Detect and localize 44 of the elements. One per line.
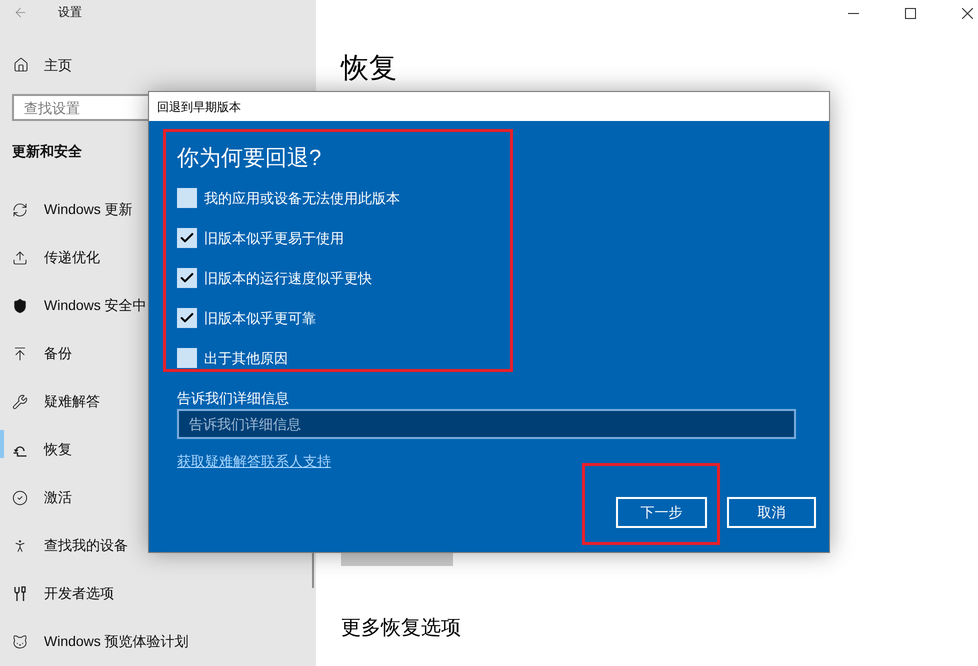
section-heading: 更多恢复选项 [341,616,461,641]
dialog-button[interactable]: 下一步 [616,497,707,528]
checkbox[interactable] [177,268,197,288]
field-label: 告诉我们详细信息 [177,389,289,408]
sidebar-item[interactable]: Windows 安全中 [0,282,147,330]
home-item[interactable]: 主页 [0,47,72,84]
sidebar-item[interactable]: 查找我的设备 [0,522,128,570]
sidebar-item[interactable]: 备份 [0,330,72,378]
checkbox-label: 我的应用或设备无法使用此版本 [204,189,400,208]
wrench-icon [12,394,28,410]
check-circle-icon [12,490,28,506]
checkbox[interactable] [177,348,197,368]
arrow-up-icon [12,346,28,362]
maximize-icon[interactable] [905,8,916,18]
scrollbar-thumb[interactable] [312,553,314,588]
sidebar-item[interactable]: Windows 更新 [0,186,133,234]
page-title: 恢复 [341,51,397,85]
checkbox[interactable] [177,188,197,208]
cat-icon [12,634,28,650]
dialog-heading: 你为何要回退? [177,144,322,172]
section-title: 更新和安全 [11,142,82,161]
checkbox-label: 旧版本的运行速度似乎更快 [204,269,372,288]
checkbox[interactable] [177,228,197,248]
details-field[interactable]: 告诉我们详细信息 [177,409,796,439]
sidebar-item[interactable]: 激活 [0,474,72,522]
tray-upload-icon [12,250,28,266]
sidebar-item[interactable]: 疑难解答 [0,378,100,426]
dialog-button[interactable]: 取消 [727,497,816,528]
dialog-title: 回退到早期版本 [157,98,241,116]
sidebar-item[interactable]: 传递优化 [0,234,100,282]
close-icon[interactable] [962,8,973,18]
checkbox[interactable] [177,308,197,328]
checkbox-label: 旧版本似乎更可靠 [204,309,316,328]
checkbox-label: 旧版本似乎更易于使用 [204,229,344,248]
sidebar-item[interactable]: 开发者选项 [0,570,114,618]
home-icon [13,57,29,74]
window-title: 设置 [58,4,82,22]
checkbox-label: 出于其他原因 [204,349,288,368]
support-link[interactable]: 获取疑难解答联系人支持 [177,451,331,471]
sidebar-item[interactable]: 恢复 [0,426,72,474]
shield-icon [12,298,28,314]
tools-icon [12,586,28,602]
refresh-icon [12,202,28,218]
sidebar-item[interactable]: Windows 预览体验计划 [0,618,189,666]
